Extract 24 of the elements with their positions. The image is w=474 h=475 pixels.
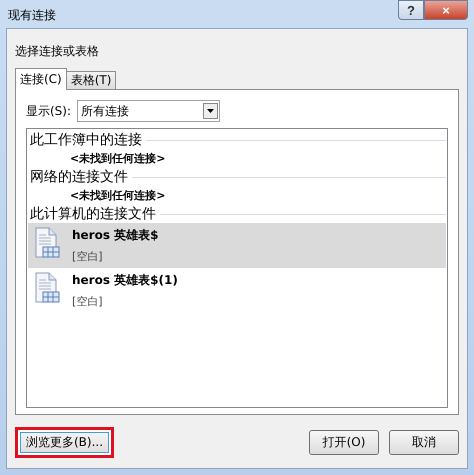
caret-icon xyxy=(203,103,218,119)
show-dropdown[interactable]: 所有连接 xyxy=(77,100,220,122)
dialog-button[interactable]: 浏览更多(B)... xyxy=(15,427,114,458)
empty-message: <未找到任何连接> xyxy=(69,151,166,166)
connection-item[interactable]: heros 英雄表$(1) [空白] xyxy=(28,268,446,313)
empty-message: <未找到任何连接> xyxy=(69,188,166,203)
window-title: 现有连接 xyxy=(8,7,56,24)
table-file-icon xyxy=(34,227,60,259)
table-file-icon xyxy=(34,272,60,304)
show-label: 显示(S): xyxy=(26,102,72,120)
prompt-label: 选择连接或表格 xyxy=(15,43,100,60)
connection-name: heros 英雄表$ xyxy=(72,227,159,244)
dialog-button[interactable]: 打开(O) xyxy=(309,430,379,455)
connection-description: [空白] xyxy=(72,249,104,264)
connection-description: [空白] xyxy=(72,294,104,309)
group-heading: 此计算机的连接文件 xyxy=(30,205,156,223)
group-heading: 此工作簿中的连接 xyxy=(30,131,142,149)
tab[interactable]: 连接(C) xyxy=(15,68,67,90)
connection-name: heros 英雄表$(1) xyxy=(72,272,178,289)
group-heading: 网络的连接文件 xyxy=(30,168,128,186)
tab[interactable]: 表格(T) xyxy=(66,71,116,90)
connection-item[interactable]: heros 英雄表$ [空白] xyxy=(28,223,446,268)
help-button[interactable]: ? xyxy=(398,0,424,20)
dialog-button[interactable]: 取消 xyxy=(389,430,459,455)
